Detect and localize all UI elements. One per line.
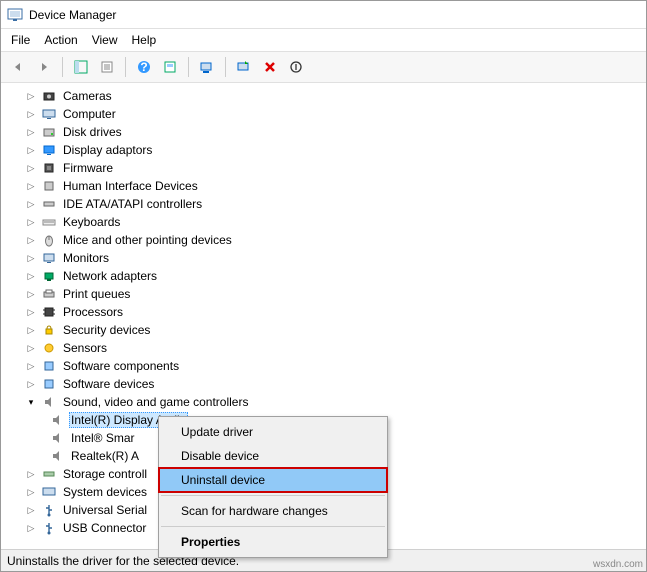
- menu-help[interactable]: Help: [132, 33, 157, 47]
- expand-icon[interactable]: ▷: [25, 324, 37, 336]
- svg-text:?: ?: [140, 60, 147, 74]
- monitor-icon: [41, 250, 57, 266]
- expand-icon[interactable]: ▷: [25, 216, 37, 228]
- software-icon: [41, 358, 57, 374]
- expand-icon[interactable]: ▷: [25, 252, 37, 264]
- show-hide-console-button[interactable]: [70, 56, 92, 78]
- watermark: wsxdn.com: [593, 559, 643, 570]
- menu-update-driver[interactable]: Update driver: [159, 420, 387, 444]
- tree-node-network[interactable]: ▷Network adapters: [1, 267, 646, 285]
- tree-node-disk-drives[interactable]: ▷Disk drives: [1, 123, 646, 141]
- menubar: File Action View Help: [1, 29, 646, 51]
- expand-icon[interactable]: ▷: [25, 198, 37, 210]
- expand-icon[interactable]: ▷: [25, 522, 37, 534]
- tree-node-cameras[interactable]: ▷Cameras: [1, 87, 646, 105]
- tree-node-sound[interactable]: ▾Sound, video and game controllers: [1, 393, 646, 411]
- tree-node-processors[interactable]: ▷Processors: [1, 303, 646, 321]
- forward-button[interactable]: [33, 56, 55, 78]
- expand-icon[interactable]: ▷: [25, 360, 37, 372]
- titlebar: Device Manager: [1, 1, 646, 29]
- tree-node-firmware[interactable]: ▷Firmware: [1, 159, 646, 177]
- expand-icon[interactable]: ▷: [25, 180, 37, 192]
- camera-icon: [41, 88, 57, 104]
- context-menu: Update driver Disable device Uninstall d…: [158, 416, 388, 558]
- toolbar-separator: [125, 57, 126, 77]
- audio-icon: [49, 448, 65, 464]
- hid-icon: [41, 178, 57, 194]
- system-icon: [41, 484, 57, 500]
- tree-node-sw-devices[interactable]: ▷Software devices: [1, 375, 646, 393]
- menu-uninstall-device[interactable]: Uninstall device: [159, 468, 387, 492]
- disable-button[interactable]: [285, 56, 307, 78]
- menu-separator: [161, 526, 385, 527]
- audio-icon: [49, 430, 65, 446]
- tree-node-monitors[interactable]: ▷Monitors: [1, 249, 646, 267]
- keyboard-icon: [41, 214, 57, 230]
- expand-icon[interactable]: ▷: [25, 288, 37, 300]
- toolbar-separator: [225, 57, 226, 77]
- expand-icon[interactable]: ▷: [25, 144, 37, 156]
- mouse-icon: [41, 232, 57, 248]
- expand-icon[interactable]: ▷: [25, 378, 37, 390]
- printer-icon: [41, 286, 57, 302]
- update-driver-button[interactable]: [233, 56, 255, 78]
- tree-node-mice[interactable]: ▷Mice and other pointing devices: [1, 231, 646, 249]
- tree-node-sw-components[interactable]: ▷Software components: [1, 357, 646, 375]
- tree-node-computer[interactable]: ▷Computer: [1, 105, 646, 123]
- properties-button[interactable]: [96, 56, 118, 78]
- expand-icon[interactable]: ▷: [25, 234, 37, 246]
- expand-icon[interactable]: ▷: [25, 468, 37, 480]
- expand-icon[interactable]: ▷: [25, 504, 37, 516]
- network-icon: [41, 268, 57, 284]
- menu-disable-device[interactable]: Disable device: [159, 444, 387, 468]
- toolbar-separator: [188, 57, 189, 77]
- menu-view[interactable]: View: [92, 33, 118, 47]
- firmware-icon: [41, 160, 57, 176]
- storage-icon: [41, 466, 57, 482]
- expand-icon[interactable]: ▷: [25, 342, 37, 354]
- expand-icon[interactable]: ▷: [25, 108, 37, 120]
- expand-icon[interactable]: ▷: [25, 306, 37, 318]
- computer-icon: [41, 106, 57, 122]
- disk-icon: [41, 124, 57, 140]
- window-title: Device Manager: [29, 8, 116, 22]
- display-icon: [41, 142, 57, 158]
- usb-icon: [41, 520, 57, 536]
- scan-hardware-button[interactable]: [196, 56, 218, 78]
- expand-icon[interactable]: ▷: [25, 270, 37, 282]
- audio-icon: [49, 412, 65, 428]
- tree-node-security[interactable]: ▷Security devices: [1, 321, 646, 339]
- menu-properties[interactable]: Properties: [159, 530, 387, 554]
- ide-icon: [41, 196, 57, 212]
- sensor-icon: [41, 340, 57, 356]
- app-icon: [7, 7, 23, 23]
- menu-file[interactable]: File: [11, 33, 30, 47]
- toolbar: ?: [1, 51, 646, 83]
- tree-node-hid[interactable]: ▷Human Interface Devices: [1, 177, 646, 195]
- security-icon: [41, 322, 57, 338]
- back-button[interactable]: [7, 56, 29, 78]
- software-icon: [41, 376, 57, 392]
- cpu-icon: [41, 304, 57, 320]
- expand-icon[interactable]: ▷: [25, 90, 37, 102]
- tree-node-display-adaptors[interactable]: ▷Display adaptors: [1, 141, 646, 159]
- collapse-icon[interactable]: ▾: [25, 396, 37, 408]
- expand-icon[interactable]: ▷: [25, 486, 37, 498]
- toolbar-separator: [62, 57, 63, 77]
- audio-icon: [41, 394, 57, 410]
- expand-icon[interactable]: ▷: [25, 162, 37, 174]
- expand-icon[interactable]: ▷: [25, 126, 37, 138]
- menu-scan-hardware[interactable]: Scan for hardware changes: [159, 499, 387, 523]
- help-button[interactable]: ?: [133, 56, 155, 78]
- action-button[interactable]: [159, 56, 181, 78]
- menu-action[interactable]: Action: [44, 33, 77, 47]
- tree-node-ide[interactable]: ▷IDE ATA/ATAPI controllers: [1, 195, 646, 213]
- usb-icon: [41, 502, 57, 518]
- uninstall-button[interactable]: [259, 56, 281, 78]
- tree-node-print-queues[interactable]: ▷Print queues: [1, 285, 646, 303]
- tree-node-sensors[interactable]: ▷Sensors: [1, 339, 646, 357]
- tree-node-keyboards[interactable]: ▷Keyboards: [1, 213, 646, 231]
- menu-separator: [161, 495, 385, 496]
